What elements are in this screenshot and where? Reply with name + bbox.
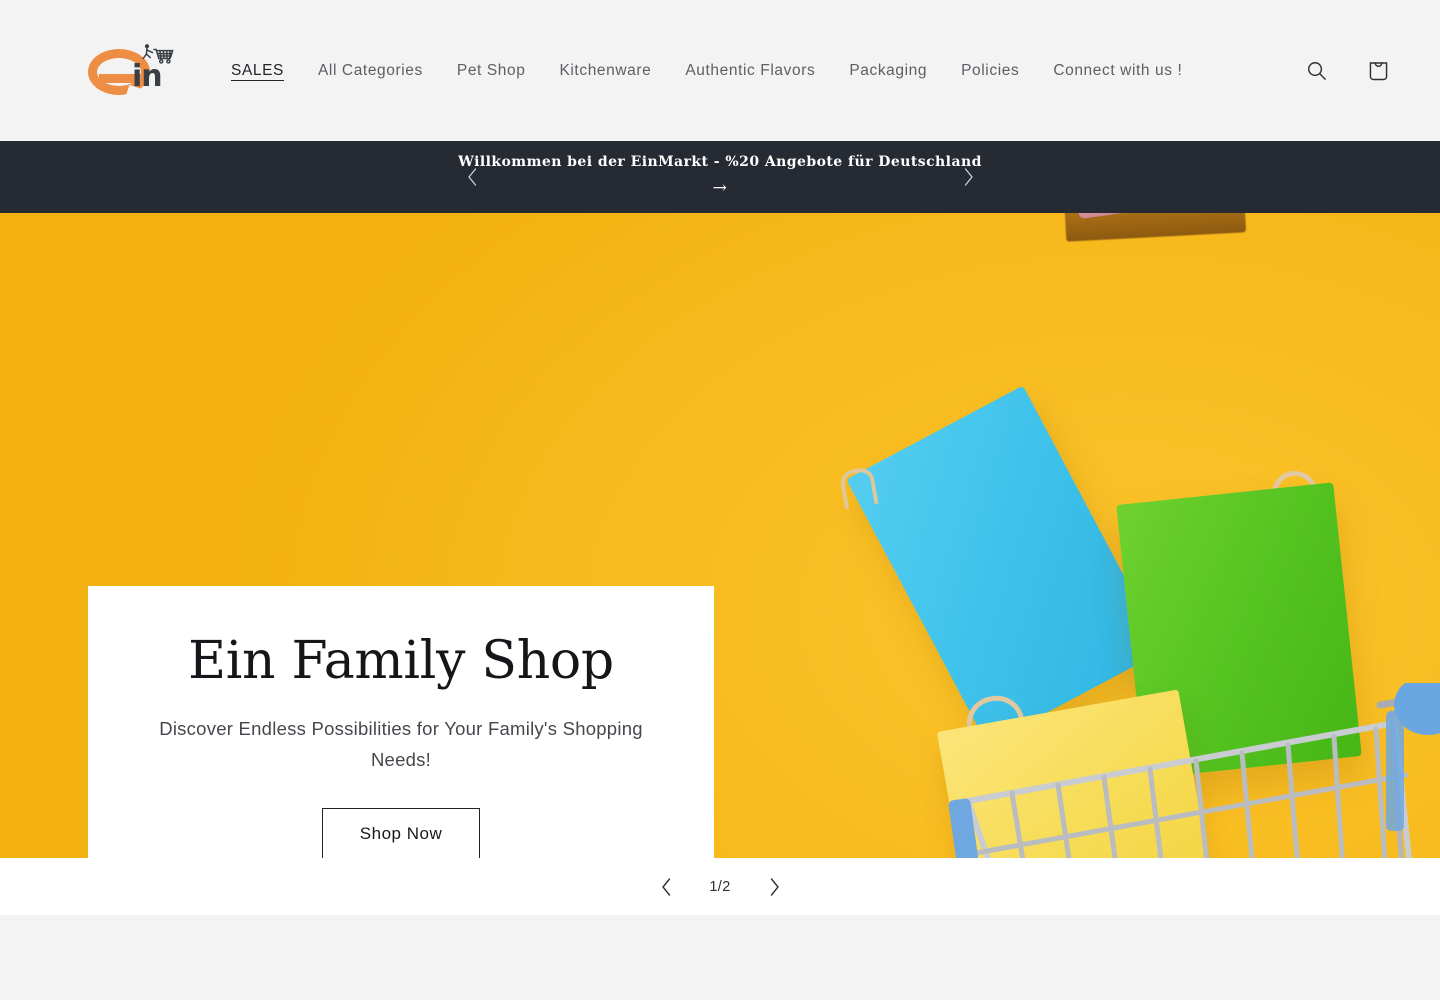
site-header: in SALES All Categories Pet Shop Kitchen…	[0, 0, 1440, 141]
hero-subtitle: Discover Endless Possibilities for Your …	[159, 718, 643, 770]
shop-now-button[interactable]: Shop Now	[321, 808, 481, 858]
hero-slide: Ein Family Shop Discover Endless Possibi…	[0, 213, 1440, 858]
nav-item-kitchenware[interactable]: Kitchenware	[542, 52, 668, 90]
slider-next-button[interactable]	[757, 870, 791, 904]
nav-item-authentic-flavors[interactable]: Authentic Flavors	[668, 52, 832, 90]
cart-button[interactable]	[1356, 49, 1400, 93]
announcement-message: Willkommen bei der EinMarkt - %20 Angebo…	[458, 154, 982, 171]
header-actions	[1294, 49, 1400, 93]
slider-prev-button[interactable]	[649, 870, 683, 904]
logo-text-in: in	[132, 58, 163, 94]
search-icon	[1307, 62, 1326, 80]
site-logo[interactable]: in	[88, 43, 180, 99]
slider-counter: 1/2	[709, 878, 731, 895]
announcement-arrow-icon[interactable]: →	[458, 175, 982, 201]
hero-content-card: Ein Family Shop Discover Endless Possibi…	[88, 586, 714, 858]
hero-slider-controls: 1/2	[0, 858, 1440, 915]
chevron-right-icon	[770, 877, 779, 896]
chevron-left-icon	[467, 168, 476, 186]
nav-item-sales[interactable]: SALES	[214, 52, 301, 90]
announcement-text-wrapper: Willkommen bei der EinMarkt - %20 Angebo…	[458, 152, 982, 201]
nav-item-pet-shop[interactable]: Pet Shop	[440, 52, 543, 90]
main-navigation: SALES All Categories Pet Shop Kitchenwar…	[214, 52, 1294, 90]
announcement-bar: Willkommen bei der EinMarkt - %20 Angebo…	[0, 141, 1440, 213]
hero-cart-blue-parts	[948, 683, 1440, 858]
nav-item-all-categories[interactable]: All Categories	[301, 52, 440, 90]
cart-icon	[1369, 62, 1387, 81]
next-section: Exclusively Right at Your Doorstep Shop …	[0, 915, 1440, 1000]
search-button[interactable]	[1294, 49, 1338, 93]
nav-item-packaging[interactable]: Packaging	[832, 52, 944, 90]
announcement-next-button[interactable]	[948, 157, 988, 197]
hero-shopping-cart	[948, 683, 1440, 858]
chevron-right-icon	[964, 168, 973, 186]
announcement-prev-button[interactable]	[452, 157, 492, 197]
hero-title: Ein Family Shop	[188, 630, 614, 691]
nav-item-policies[interactable]: Policies	[944, 52, 1036, 90]
chevron-left-icon	[661, 877, 670, 896]
nav-item-connect-with-us[interactable]: Connect with us !	[1036, 52, 1199, 90]
